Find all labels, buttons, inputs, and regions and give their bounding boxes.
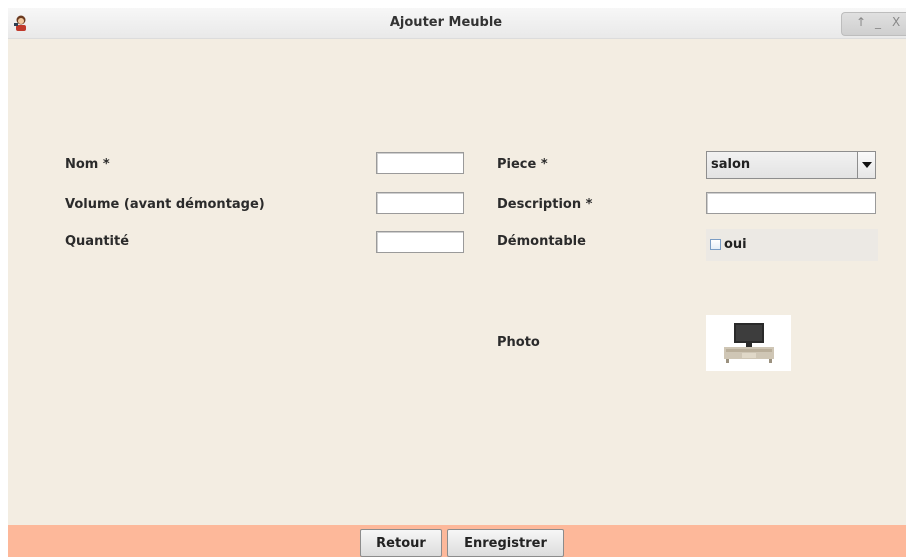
nom-label: Nom *	[65, 157, 110, 172]
piece-dropdown[interactable]: salon	[706, 151, 876, 179]
furniture-photo[interactable]	[706, 315, 791, 371]
retour-button[interactable]: Retour	[360, 529, 442, 557]
quantite-label: Quantité	[65, 234, 130, 249]
photo-label: Photo	[497, 335, 540, 350]
volume-field[interactable]	[376, 192, 464, 214]
tv-stand-image	[724, 323, 774, 363]
description-label: Description *	[497, 197, 593, 212]
window-title: Ajouter Meuble	[389, 15, 503, 30]
piece-selected-value: salon	[711, 157, 751, 172]
maximize-icon[interactable]: ↑	[856, 15, 866, 29]
demontable-checkbox[interactable]	[710, 239, 721, 250]
title-bar[interactable]: Ajouter Meuble ↑ _ X	[8, 8, 906, 39]
demontable-panel: oui	[706, 229, 878, 261]
footer-bar: Retour Enregistrer	[8, 525, 906, 557]
add-furniture-window: Ajouter Meuble ↑ _ X Nom * Volume (avant…	[8, 8, 906, 557]
volume-label: Volume (avant démontage)	[65, 197, 265, 212]
demontable-label: Démontable	[497, 234, 586, 249]
enregistrer-button[interactable]: Enregistrer	[447, 529, 564, 557]
close-icon[interactable]: X	[892, 15, 900, 29]
piece-label: Piece *	[497, 157, 548, 172]
demontable-checkbox-label[interactable]: oui	[724, 237, 747, 252]
nom-field[interactable]	[376, 152, 464, 174]
chevron-down-icon[interactable]	[857, 152, 875, 178]
minimize-icon[interactable]: _	[875, 15, 881, 29]
quantite-field[interactable]	[376, 231, 464, 253]
description-field[interactable]	[706, 192, 876, 214]
window-controls: ↑ _ X	[841, 12, 906, 36]
